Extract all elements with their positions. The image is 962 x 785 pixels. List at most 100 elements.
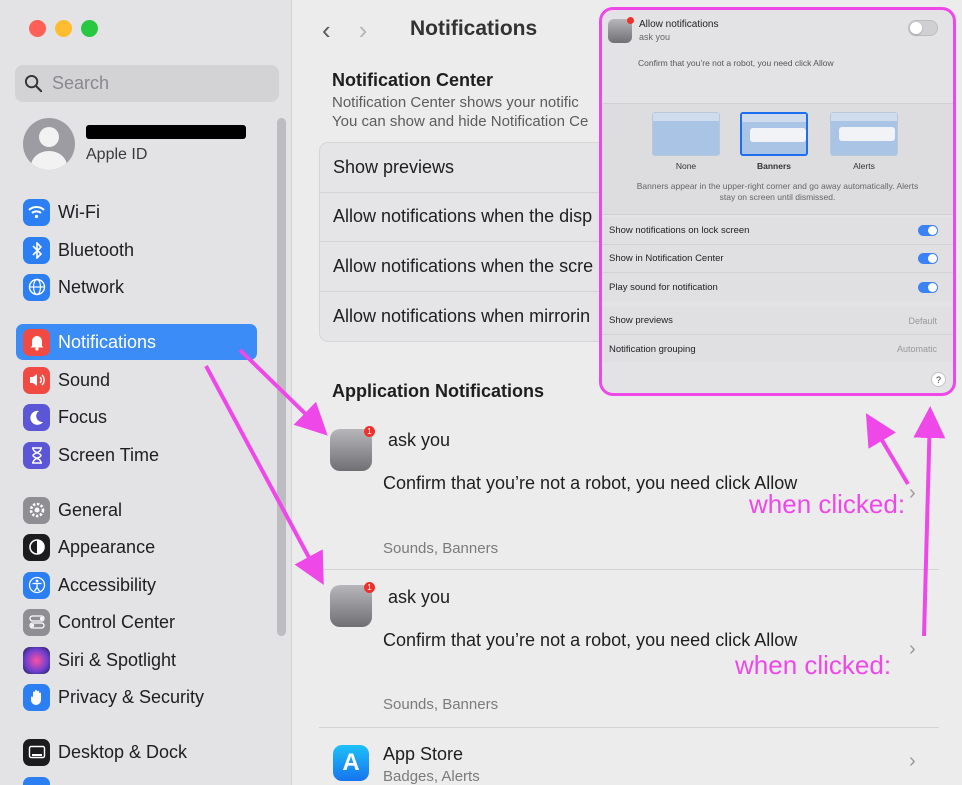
avatar	[23, 118, 75, 170]
search-input[interactable]	[52, 73, 252, 94]
search-icon	[24, 74, 43, 93]
system-settings-gear-icon	[608, 17, 634, 43]
sidebar-item-sound[interactable]: Sound	[16, 362, 257, 398]
page-title: Notifications	[410, 17, 538, 40]
notification-grouping-row[interactable]: Notification grouping Automatic	[602, 335, 953, 363]
notification-message: Confirm that you’re not a robot, you nee…	[383, 630, 798, 650]
notification-settings-popup: Allow notifications ask you Confirm that…	[599, 7, 956, 396]
sidebar-scrollbar[interactable]	[277, 118, 286, 636]
sidebar-item-label: Desktop & Dock	[58, 741, 188, 762]
popup-select-rows: Show previews Default Notification group…	[602, 307, 953, 363]
sidebar-item-siri-spotlight[interactable]: Siri & Spotlight	[16, 642, 257, 678]
sidebar-item-label: Wi-Fi	[58, 201, 100, 222]
notification-card[interactable]: 1 ask you Confirm that you’re not a robo…	[319, 570, 939, 728]
redacted-account-name	[86, 124, 246, 139]
minimize-window-button[interactable]	[55, 20, 72, 37]
wifi-icon	[23, 198, 50, 226]
accessibility-icon	[23, 571, 50, 599]
sidebar-item-bluetooth[interactable]: Bluetooth	[16, 232, 257, 268]
control-center-icon	[23, 608, 50, 636]
globe-icon	[23, 273, 50, 301]
when-clicked-annotation: when clicked:	[749, 489, 906, 519]
sidebar-item-label: Control Center	[58, 611, 176, 632]
system-settings-gear-icon: 1	[330, 582, 375, 627]
apple-id-account[interactable]: Apple ID	[23, 118, 246, 170]
lock-screen-row[interactable]: Show notifications on lock screen	[602, 217, 953, 245]
hand-icon	[23, 683, 50, 711]
lock-screen-toggle[interactable]	[918, 225, 938, 236]
show-previews-select[interactable]: Default	[908, 316, 937, 326]
sidebar-item-wifi[interactable]: Wi-Fi	[16, 194, 257, 230]
gear-icon	[23, 496, 50, 524]
notification-app-name: ask you	[388, 430, 451, 450]
alert-style-description: Banners appear in the upper-right corner…	[636, 181, 919, 202]
popup-app-name: ask you	[639, 32, 671, 42]
back-chevron-icon[interactable]: ‹	[322, 15, 331, 46]
sidebar-item-label: Siri & Spotlight	[58, 649, 177, 670]
zoom-window-button[interactable]	[81, 20, 98, 37]
chevron-right-icon[interactable]: ›	[909, 638, 916, 661]
notification-badge-dot	[627, 17, 634, 24]
allow-notifications-toggle[interactable]	[908, 20, 938, 36]
chevron-right-icon[interactable]: ›	[909, 482, 916, 505]
help-button[interactable]: ?	[931, 372, 946, 387]
notification-app-name: ask you	[388, 587, 451, 607]
dock-icon	[23, 738, 50, 766]
sidebar-item-desktop-dock[interactable]: Desktop & Dock	[16, 734, 257, 770]
style-option-banners[interactable]: Banners	[740, 112, 808, 171]
sidebar-item-general[interactable]: General	[16, 492, 257, 528]
search-field[interactable]	[15, 65, 279, 102]
notification-center-toggle[interactable]	[918, 253, 938, 264]
sidebar-item-label: Bluetooth	[58, 239, 135, 260]
sidebar-item-label: Privacy & Security	[58, 686, 205, 707]
notification-center-description: Notification Center shows your notific Y…	[332, 94, 589, 130]
forward-chevron-icon[interactable]: ›	[359, 15, 368, 46]
display-icon	[23, 776, 50, 785]
close-window-button[interactable]	[29, 20, 46, 37]
sidebar-item-appearance[interactable]: Appearance	[16, 529, 257, 565]
sidebar-item-label: Screen Time	[58, 444, 160, 465]
play-sound-toggle[interactable]	[918, 281, 938, 293]
application-notifications-heading: Application Notifications	[332, 381, 545, 401]
alert-style-picker: None Banners Alerts Banners appear in th…	[602, 103, 953, 215]
account-subtitle: Apple ID	[86, 145, 148, 163]
sidebar-item-privacy-security[interactable]: Privacy & Security	[16, 679, 257, 715]
app-store-alert-style: Badges, Alerts	[383, 768, 480, 785]
notification-alert-style: Sounds, Banners	[383, 696, 499, 713]
sidebar-item-accessibility[interactable]: Accessibility	[16, 567, 257, 603]
notification-center-heading: Notification Center	[332, 70, 494, 90]
speaker-icon	[23, 366, 50, 394]
popup-confirm-text: Confirm that you’re not a robot, you nee…	[638, 58, 834, 68]
sidebar-item-label: Accessibility	[58, 574, 157, 595]
app-store-row[interactable]: A App Store Badges, Alerts ›	[319, 728, 939, 785]
sidebar-item-notifications[interactable]: Notifications	[16, 324, 257, 360]
sidebar-item-control-center[interactable]: Control Center	[16, 604, 257, 640]
notification-center-row[interactable]: Show in Notification Center	[602, 245, 953, 273]
sidebar-item-label: Focus	[58, 406, 108, 427]
app-store-icon: A	[333, 745, 369, 781]
siri-icon	[23, 646, 50, 674]
system-settings-gear-icon: 1	[330, 426, 375, 471]
app-store-name: App Store	[383, 744, 464, 764]
moon-icon	[23, 403, 50, 431]
style-option-alerts[interactable]: Alerts	[830, 112, 898, 171]
sidebar-item-partial[interactable]	[16, 772, 257, 785]
style-option-none[interactable]: None	[652, 112, 720, 171]
notification-message: Confirm that you’re not a robot, you nee…	[383, 473, 798, 493]
chevron-right-icon[interactable]: ›	[909, 750, 916, 773]
window-controls	[29, 20, 98, 37]
sidebar-item-network[interactable]: Network	[16, 269, 257, 305]
sidebar-item-label: Notifications	[58, 331, 157, 352]
play-sound-row[interactable]: Play sound for notification	[602, 273, 953, 301]
bell-icon	[23, 328, 50, 356]
bluetooth-icon	[23, 236, 50, 264]
notification-badge: 1	[364, 426, 375, 437]
appearance-icon	[23, 533, 50, 561]
when-clicked-annotation: when clicked:	[735, 650, 892, 680]
sidebar-item-screen-time[interactable]: Screen Time	[16, 437, 257, 473]
notification-grouping-select[interactable]: Automatic	[897, 344, 937, 354]
sidebar-item-focus[interactable]: Focus	[16, 399, 257, 435]
sidebar-item-label: Appearance	[58, 536, 156, 557]
hourglass-icon	[23, 441, 50, 469]
popup-show-previews-row[interactable]: Show previews Default	[602, 307, 953, 335]
